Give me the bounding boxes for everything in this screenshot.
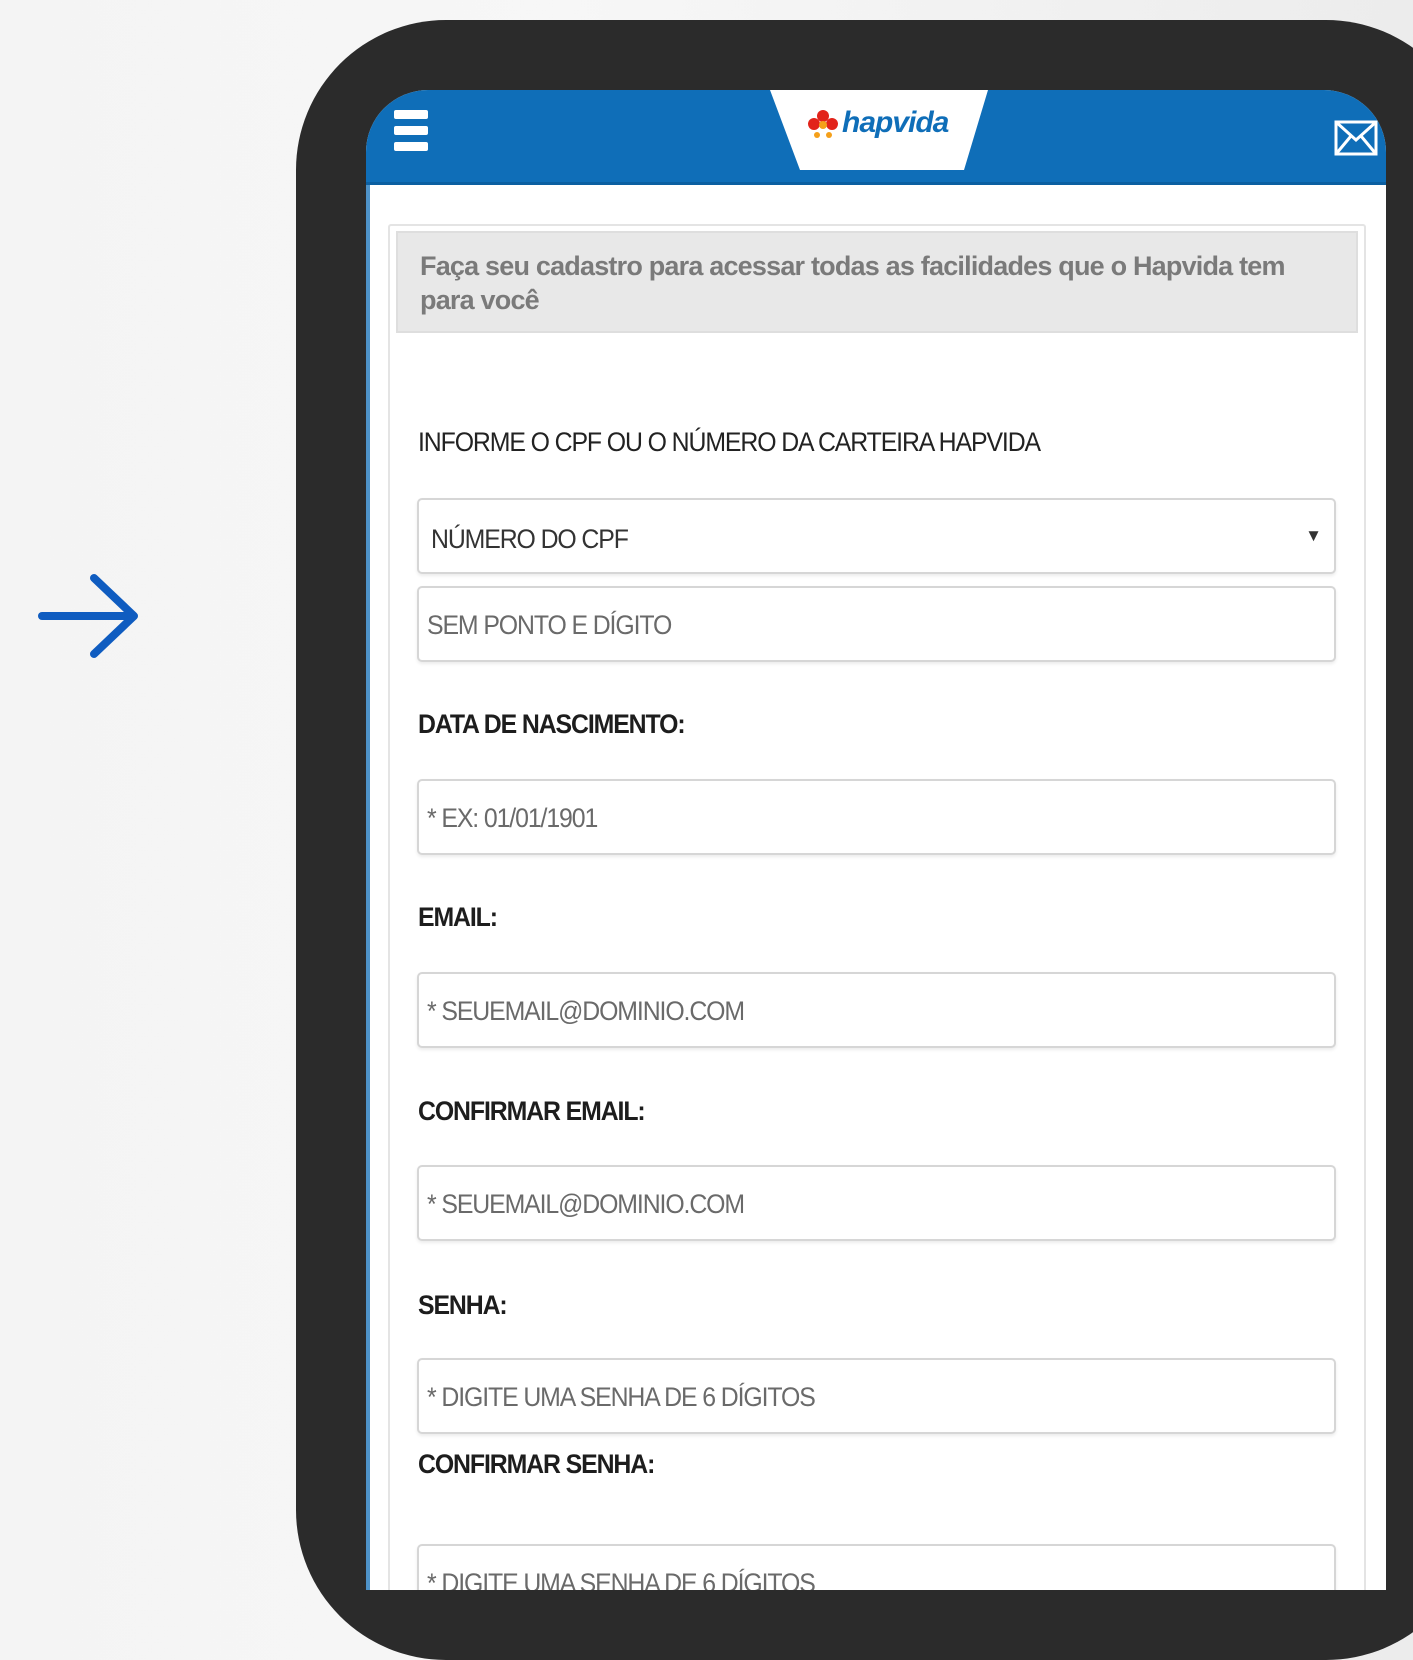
id-type-selected-value: NÚMERO DO CPF: [431, 524, 629, 554]
confirm-email-input[interactable]: * SEUEMAIL@DOMINIO.COM: [417, 1165, 1336, 1241]
phone-screen: hapvida Faça seu cadastro para acessar t…: [366, 90, 1386, 1590]
id-value-input[interactable]: SEM PONTO E DÍGITO: [417, 586, 1336, 662]
intro-banner: Faça seu cadastro para acessar todas as …: [396, 231, 1358, 333]
mail-envelope-icon[interactable]: [1334, 118, 1378, 158]
email-placeholder: * SEUEMAIL@DOMINIO.COM: [427, 996, 745, 1026]
confirm-password-input[interactable]: * DIGITE UMA SENHA DE 6 DÍGITOS: [417, 1544, 1336, 1590]
password-input[interactable]: * DIGITE UMA SENHA DE 6 DÍGITOS: [417, 1358, 1336, 1434]
birthdate-placeholder: * EX: 01/01/1901: [427, 803, 598, 833]
intro-text: Faça seu cadastro para acessar todas as …: [420, 251, 1286, 315]
birthdate-label: DATA DE NASCIMENTO:: [418, 709, 686, 739]
logo-tab[interactable]: hapvida: [770, 90, 988, 172]
app-header: hapvida: [366, 90, 1386, 185]
chevron-down-icon: ▼: [1305, 526, 1322, 545]
birthdate-input[interactable]: * EX: 01/01/1901: [417, 779, 1336, 855]
confirm-password-label: CONFIRMAR SENHA:: [418, 1449, 655, 1479]
hamburger-menu-icon[interactable]: [394, 110, 428, 158]
id-value-placeholder: SEM PONTO E DÍGITO: [427, 610, 672, 640]
confirm-password-placeholder: * DIGITE UMA SENHA DE 6 DÍGITOS: [427, 1568, 816, 1590]
arrow-right-icon: [36, 570, 146, 662]
confirm-email-label: CONFIRMAR EMAIL:: [418, 1096, 646, 1126]
screen-left-edge: [366, 182, 370, 1590]
confirm-email-placeholder: * SEUEMAIL@DOMINIO.COM: [427, 1189, 745, 1219]
email-input[interactable]: * SEUEMAIL@DOMINIO.COM: [417, 972, 1336, 1048]
password-placeholder: * DIGITE UMA SENHA DE 6 DÍGITOS: [427, 1382, 816, 1412]
id-type-select[interactable]: NÚMERO DO CPF ▼: [417, 498, 1336, 574]
hapvida-flower-icon: [808, 110, 838, 138]
id-section-label: INFORME O CPF OU O NÚMERO DA CARTEIRA HA…: [418, 427, 1041, 457]
password-label: SENHA:: [418, 1290, 508, 1320]
email-label: EMAIL:: [418, 902, 498, 932]
logo-text: hapvida: [842, 106, 949, 139]
